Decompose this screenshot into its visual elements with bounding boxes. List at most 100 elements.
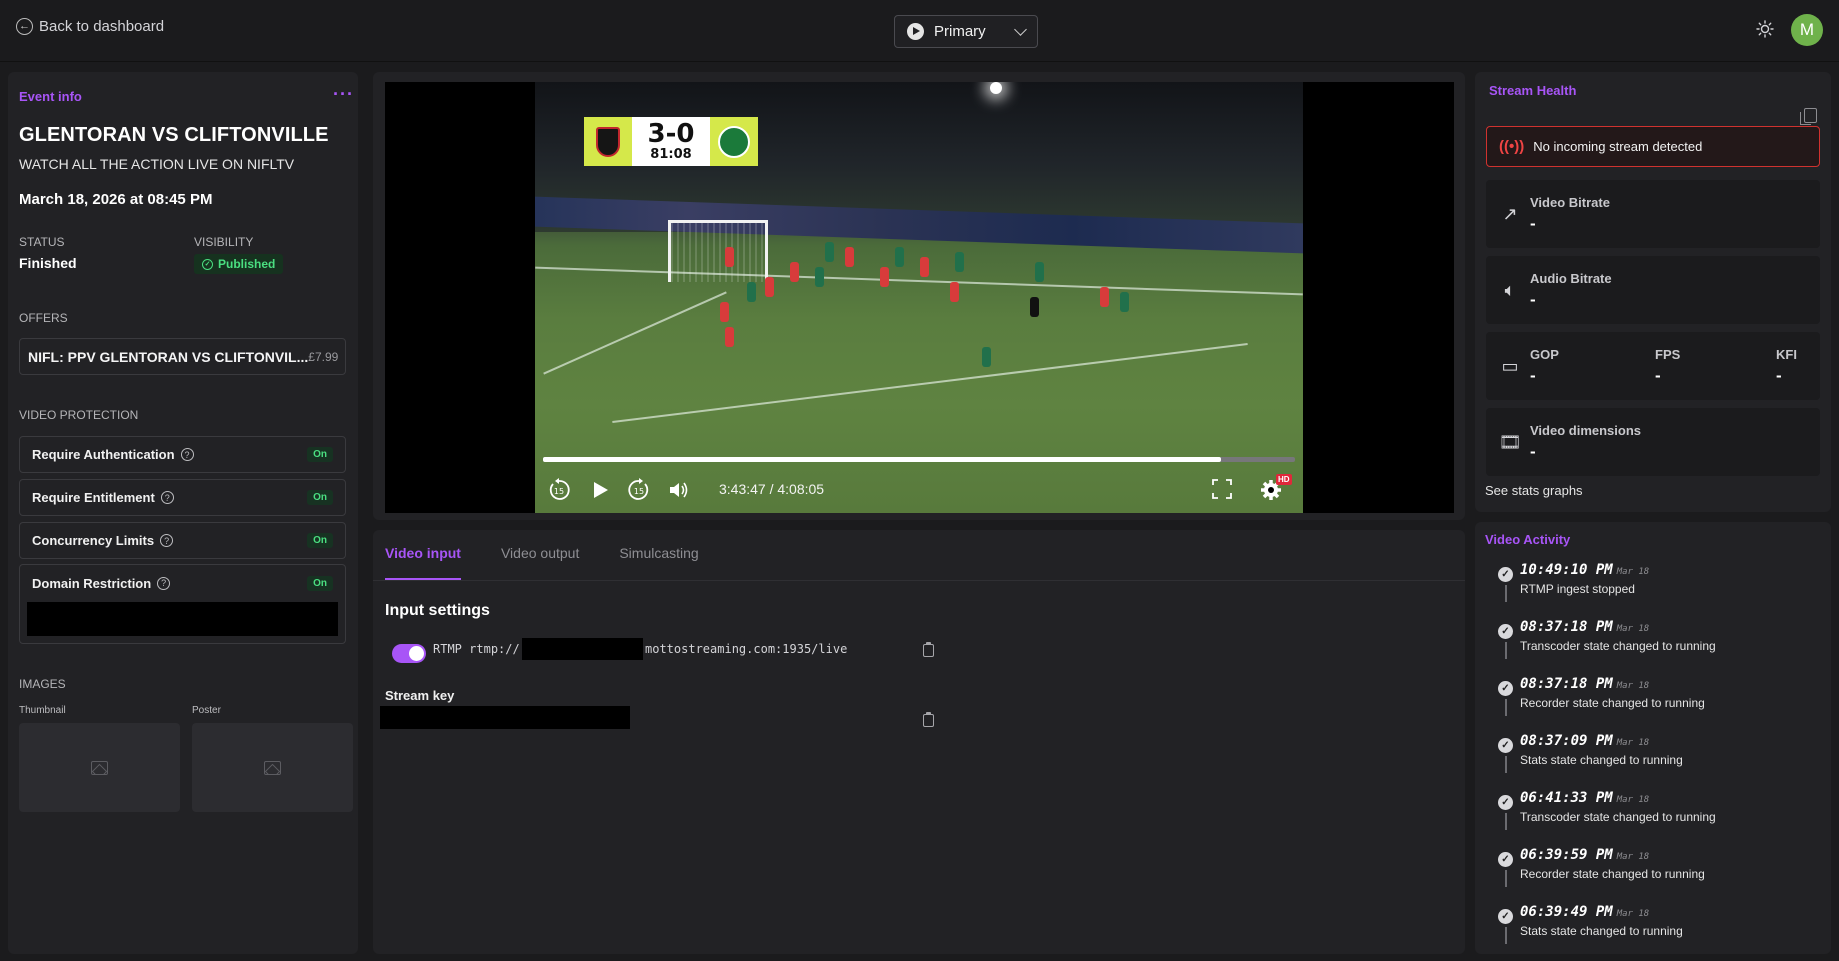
- timeline-connector: [1505, 756, 1507, 773]
- floodlight: [990, 82, 1002, 94]
- check-circle-icon: ✓: [1498, 624, 1513, 639]
- home-crest: [584, 117, 632, 166]
- stream-select-dropdown[interactable]: Primary: [894, 15, 1038, 48]
- activity-date: Mar 18: [1616, 567, 1650, 577]
- tab-video-output[interactable]: Video output: [501, 533, 579, 580]
- timeline-connector: [1505, 927, 1507, 944]
- protection-require-entitlement[interactable]: Require Entitlement ? On: [19, 479, 346, 516]
- activity-item: ✓ 10:49:10 PM Mar 18 RTMP ingest stopped: [1498, 562, 1818, 619]
- image-placeholder-icon: [264, 760, 281, 775]
- protection-state-badge: On: [307, 490, 333, 505]
- redacted-domains: [27, 602, 338, 636]
- protection-state-badge: On: [307, 575, 333, 591]
- check-circle-icon: ✓: [1498, 852, 1513, 867]
- gop-label: GOP: [1530, 347, 1559, 362]
- pitch-line: [543, 291, 727, 375]
- activity-time: 08:37:18 PM Mar 18: [1520, 619, 1649, 635]
- player: [725, 247, 734, 267]
- activity-date: Mar 18: [1616, 738, 1650, 748]
- help-icon[interactable]: ?: [157, 576, 171, 590]
- forward-15-icon[interactable]: 15: [627, 478, 651, 502]
- activity-time-value: 06:39:49 PM: [1520, 904, 1613, 920]
- trend-icon: ↗: [1502, 203, 1518, 224]
- help-icon[interactable]: ?: [180, 448, 194, 461]
- check-circle-icon: ✓: [1498, 909, 1513, 924]
- user-avatar[interactable]: M: [1791, 14, 1823, 46]
- gop-fps-kfi-card: ▭ GOP - FPS - KFI -: [1486, 332, 1820, 400]
- player: [920, 257, 929, 277]
- activity-time: 06:39:59 PM Mar 18: [1520, 847, 1649, 863]
- event-info-title: Event info: [19, 89, 82, 104]
- redacted-stream-key: [380, 706, 630, 729]
- alert-text: No incoming stream detected: [1533, 139, 1703, 154]
- redacted-url-segment: [522, 638, 643, 660]
- activity-description: Recorder state changed to running: [1520, 867, 1705, 881]
- activity-description: Stats state changed to running: [1520, 753, 1683, 767]
- protection-state-badge: On: [307, 533, 333, 548]
- protection-name: Concurrency Limits: [32, 533, 155, 548]
- activity-time: 10:49:10 PM Mar 18: [1520, 562, 1649, 578]
- pitch-line: [535, 266, 1303, 296]
- offers-label: OFFERS: [19, 311, 68, 325]
- activity-description: Stats state changed to running: [1520, 924, 1683, 938]
- volume-icon[interactable]: [667, 478, 691, 502]
- offer-item[interactable]: NIFL: PPV GLENTORAN VS CLIFTONVIL... £7.…: [19, 338, 346, 375]
- poster-upload[interactable]: [192, 723, 353, 812]
- rtmp-url-suffix: mottostreaming.com:1935/live: [645, 642, 848, 656]
- fullscreen-icon[interactable]: [1211, 478, 1233, 500]
- video-dimensions-label: Video dimensions: [1530, 423, 1642, 438]
- more-options-icon[interactable]: ···: [333, 84, 354, 105]
- player: [845, 247, 854, 267]
- protection-domain-restriction[interactable]: Domain Restriction ? On: [19, 564, 346, 644]
- protection-concurrency-limits[interactable]: Concurrency Limits ? On: [19, 522, 346, 559]
- copy-url-icon[interactable]: [923, 642, 934, 657]
- check-circle-icon: ✓: [1498, 795, 1513, 810]
- url-prefix: rtmp://: [469, 642, 520, 656]
- svg-text:15: 15: [554, 487, 564, 496]
- check-circle-icon: ✓: [1498, 681, 1513, 696]
- activity-description: Transcoder state changed to running: [1520, 639, 1716, 653]
- video-progress-fill: [543, 457, 1222, 462]
- event-info-panel: Event info ··· GLENTORAN VS CLIFTONVILLE…: [8, 72, 358, 954]
- video-activity-title: Video Activity: [1485, 532, 1571, 547]
- image-placeholder-icon: [91, 760, 108, 775]
- settings-tabs: Video input Video output Simulcasting: [385, 533, 739, 580]
- fps-value: -: [1655, 366, 1661, 385]
- rtmp-url-prefix: RTMP rtmp://: [433, 642, 520, 656]
- protection-require-authentication[interactable]: Require Authentication ? On: [19, 436, 346, 473]
- timeline-connector: [1505, 585, 1507, 602]
- away-crest: [710, 117, 758, 166]
- kfi-label: KFI: [1776, 347, 1797, 362]
- theme-toggle-sun-icon[interactable]: [1756, 20, 1774, 38]
- video-dimensions-card: 🎞︎ Video dimensions -: [1486, 408, 1820, 476]
- play-icon[interactable]: [589, 478, 611, 502]
- thumbnail-upload[interactable]: [19, 723, 180, 812]
- video-progress-bar[interactable]: [543, 457, 1295, 462]
- player: [725, 327, 734, 347]
- video-dimensions-value: -: [1530, 442, 1536, 461]
- back-to-dashboard-link[interactable]: ← Back to dashboard: [16, 18, 164, 35]
- tab-divider: [373, 580, 1465, 581]
- copy-icon[interactable]: [1800, 108, 1817, 125]
- protection-name: Require Entitlement: [32, 490, 155, 505]
- broadcast-icon: ((•)): [1499, 138, 1525, 155]
- protection-name: Require Authentication: [32, 447, 175, 462]
- hd-badge: HD: [1276, 474, 1292, 485]
- tab-simulcasting[interactable]: Simulcasting: [619, 533, 698, 580]
- help-icon[interactable]: ?: [160, 534, 174, 547]
- rewind-15-icon[interactable]: 15: [547, 478, 571, 502]
- video-bitrate-value: -: [1530, 214, 1536, 233]
- activity-time: 08:37:09 PM Mar 18: [1520, 733, 1649, 749]
- pitch-line: [612, 343, 1248, 423]
- rtmp-toggle[interactable]: [392, 644, 426, 663]
- audio-bitrate-card: 🔈︎ Audio Bitrate -: [1486, 256, 1820, 324]
- player: [825, 242, 834, 262]
- activity-item: ✓ 08:37:18 PM Mar 18 Recorder state changed…: [1498, 676, 1818, 733]
- status-label: STATUS: [19, 235, 65, 249]
- stream-settings-panel: [373, 530, 1465, 954]
- see-stats-graphs-link[interactable]: See stats graphs: [1485, 483, 1583, 498]
- copy-stream-key-icon[interactable]: [923, 712, 934, 727]
- status-value: Finished: [19, 255, 77, 271]
- help-icon[interactable]: ?: [160, 491, 174, 504]
- tab-video-input[interactable]: Video input: [385, 533, 461, 580]
